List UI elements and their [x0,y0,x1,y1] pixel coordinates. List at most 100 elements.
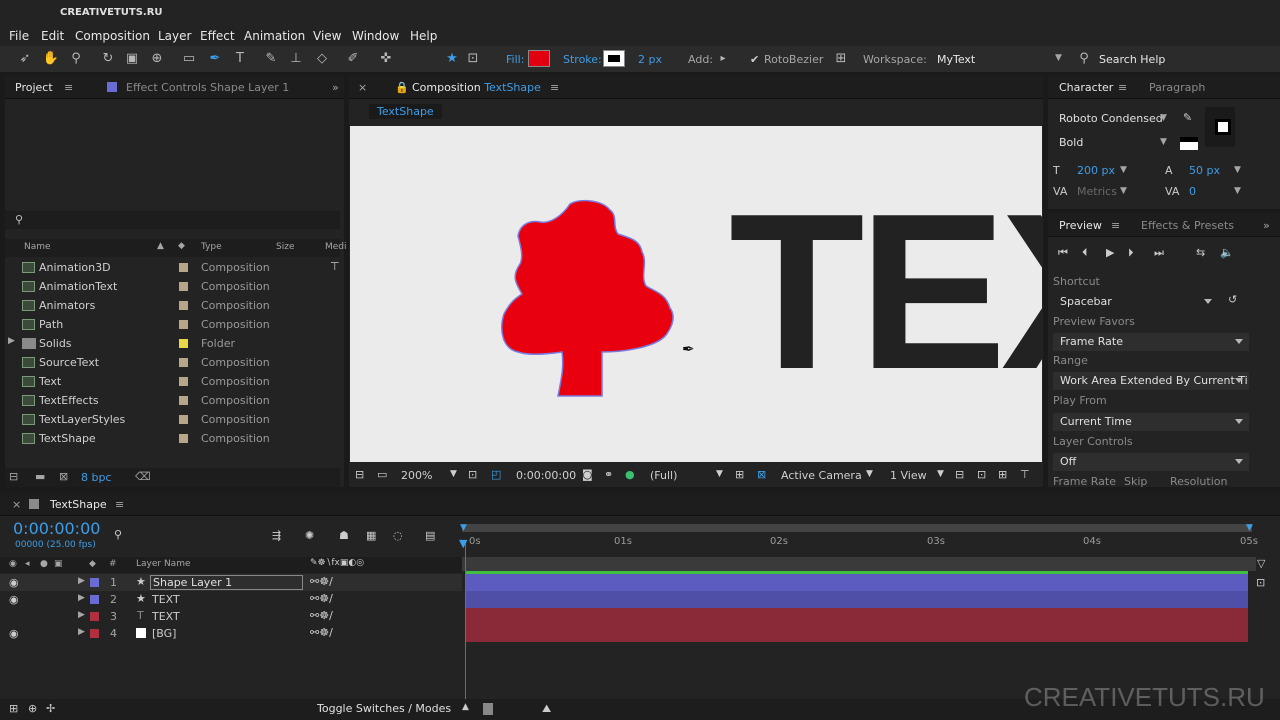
menu-help[interactable]: Help [410,29,437,43]
menu-layer[interactable]: Layer [158,29,191,43]
play-icon[interactable]: ▶ [1106,246,1114,259]
work-area-bar[interactable] [462,524,1252,532]
fit-icon[interactable]: ⊡ [468,468,477,481]
zoom-select[interactable]: 200% [401,469,432,482]
camera-tool-icon[interactable]: ▣ [123,51,141,67]
motion-blur-icon[interactable]: ◌ [393,529,403,542]
first-frame-icon[interactable]: ⏮ [1058,246,1068,260]
star-snapping-icon[interactable]: ★ [443,51,461,67]
color-channels-icon[interactable]: ● [625,468,635,481]
eraser-tool-icon[interactable]: ◇ [313,51,331,67]
layer-bar[interactable] [466,608,1248,625]
chevron-down-icon[interactable]: ▼ [450,469,457,479]
expand-arrow-icon[interactable]: ▶ [78,576,85,586]
puppet-pin-tool-icon[interactable]: ✜ [377,51,395,67]
timeline-icon[interactable]: ⊞ [998,468,1007,481]
reset-icon[interactable]: ↺ [1228,293,1237,306]
comp-button-icon[interactable]: ⊡ [1256,576,1265,589]
close-icon[interactable]: × [358,81,367,94]
zoom-tool-icon[interactable]: ⚲ [67,51,85,67]
clone-stamp-tool-icon[interactable]: ⊥ [287,51,305,67]
expand-arrow-icon[interactable]: ▶ [78,627,85,637]
layer-name[interactable]: [BG] [152,627,176,640]
interpret-footage-icon[interactable]: ⊟ [9,470,18,483]
range-select[interactable]: Work Area Extended By Current Ti [1053,372,1249,390]
layer-switches-toggle-icon[interactable]: ⊞ [9,702,18,715]
show-snapshot-icon[interactable]: ⚭ [604,468,613,481]
3d-view-icon[interactable]: ⊠ [757,468,766,481]
list-item[interactable]: SourceText Composition [0,353,328,372]
menu-composition[interactable]: Composition [75,29,150,43]
project-menu-icon[interactable]: ≡ [64,81,73,94]
selection-tool-icon[interactable]: ➶ [16,51,34,67]
draft-3d-icon[interactable]: ✺ [305,529,314,542]
tab-effects-presets[interactable]: Effects & Presets [1141,219,1234,232]
panel-expand-icon[interactable]: » [332,81,339,94]
shy-layers-icon[interactable]: ☗ [339,529,349,542]
chevron-down-icon[interactable]: ▼ [1120,165,1127,175]
layer-controls-select[interactable]: Off [1053,453,1249,471]
list-item[interactable]: AnimationText Composition [0,277,328,296]
preview-menu-icon[interactable]: ≡ [1111,219,1120,232]
table-row[interactable]: ▶ 3 T TEXT ⚯☸∕ [0,608,462,625]
layer-name[interactable]: TEXT [152,610,180,623]
stroke-swatch[interactable] [603,50,625,67]
character-menu-icon[interactable]: ≡ [1118,81,1127,94]
chevron-down-icon[interactable]: ▼ [1160,113,1167,123]
menu-file[interactable]: File [9,29,29,43]
search-icon[interactable]: ⚲ [114,528,122,541]
tab-timeline-textshape[interactable]: TextShape [50,498,107,511]
lock-icon[interactable]: 🔒 [395,81,409,94]
comp-subtab[interactable]: TextShape [369,104,442,119]
favors-select[interactable]: Frame Rate [1053,333,1249,351]
loop-icon[interactable]: ⇆ [1196,246,1205,259]
chevron-down-icon[interactable]: ▼ [1120,186,1127,196]
tab-project[interactable]: Project [15,81,53,94]
view-layout-select[interactable]: 1 View [890,469,927,482]
resolution-select[interactable]: (Full) [650,469,677,482]
fill-swatch[interactable] [528,50,550,67]
work-area-start-icon[interactable]: ▼ [460,523,467,533]
expand-arrow-icon[interactable]: ▶ [78,593,85,603]
layer-switches-icon[interactable]: ⚯☸∕ [310,592,333,605]
menu-edit[interactable]: Edit [41,29,64,43]
menu-window[interactable]: Window [352,29,399,43]
trash-icon[interactable]: ⌫ [135,470,151,483]
play-from-select[interactable]: Current Time [1053,413,1249,431]
column-size[interactable]: Size [276,242,294,252]
bpc-button[interactable]: 8 bpc [81,471,112,484]
layer-bar[interactable] [466,625,1248,642]
tab-preview[interactable]: Preview [1059,219,1102,232]
next-frame-icon[interactable]: ⏵ [1128,246,1134,260]
expand-arrow-icon[interactable]: ▶ [78,610,85,620]
layer-bar[interactable] [466,574,1248,591]
timeline-menu-icon[interactable]: ≡ [115,498,124,511]
in-out-toggle-icon[interactable]: ✢ [46,702,55,715]
search-help-input[interactable]: Search Help [1099,53,1165,66]
zoom-out-icon[interactable]: ▲ [462,702,469,712]
eye-icon[interactable]: ◉ [9,576,19,589]
layer-switches-icon[interactable]: ⚯☸∕ [310,626,333,639]
kerning-value[interactable]: Metrics [1077,185,1117,198]
roto-brush-tool-icon[interactable]: ✐ [344,51,362,67]
comp-mini-flowchart-icon[interactable]: ⇶ [272,529,281,542]
zoom-slider-thumb[interactable] [483,703,493,715]
layer-name[interactable]: TEXT [152,593,180,606]
close-icon[interactable]: × [12,498,21,511]
fast-preview-icon[interactable]: ⊡ [977,468,986,481]
column-type[interactable]: Type [201,242,222,252]
rotobezier-checkbox-icon[interactable]: ✔ [750,53,759,66]
list-item[interactable]: Path Composition [0,315,328,334]
brush-tool-icon[interactable]: ✎ [262,51,280,67]
label-swatch[interactable] [90,578,99,587]
layer-name-input[interactable]: Shape Layer 1 [150,575,303,590]
canvas-text[interactable]: TEX [729,181,1042,403]
list-item[interactable]: Animation3D Composition [0,258,328,277]
tab-composition[interactable]: Composition TextShape [412,81,541,94]
workspace-select[interactable]: MyText [937,53,975,66]
region-icon[interactable]: ◰ [491,468,501,481]
prev-frame-icon[interactable]: ⏴ [1082,246,1088,260]
list-item[interactable]: TextEffects Composition [0,391,328,410]
list-item[interactable]: Text Composition [0,372,328,391]
tab-character[interactable]: Character [1059,81,1113,94]
